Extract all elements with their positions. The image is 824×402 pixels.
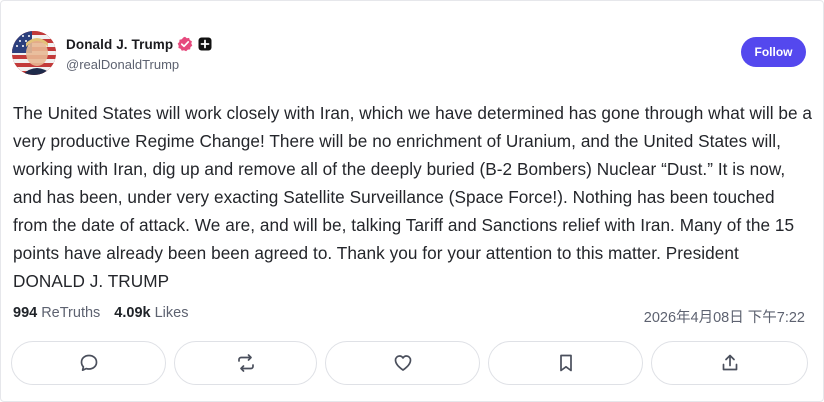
likes-count[interactable]: 4.09k	[114, 305, 150, 321]
retruth-arrows-icon	[237, 354, 254, 372]
post-action-bar	[11, 341, 808, 385]
post-stats: 994 ReTruths 4.09k Likes	[13, 305, 188, 321]
share-upload-icon	[722, 354, 737, 371]
reply-bubble-icon	[80, 354, 97, 372]
flag-portrait-avatar	[12, 31, 56, 75]
heart-icon	[394, 355, 411, 371]
retruths-label[interactable]: ReTruths	[41, 305, 100, 321]
author-name-row: Donald J. Trump	[66, 35, 213, 53]
reply-button[interactable]	[11, 341, 166, 385]
verified-badge-icon	[177, 36, 193, 52]
post-body-text: The United States will work closely with…	[13, 103, 813, 291]
follow-button[interactable]: Follow	[741, 37, 806, 67]
plus-badge-icon	[197, 36, 213, 52]
like-button[interactable]	[325, 341, 480, 385]
bookmark-button[interactable]	[488, 341, 643, 385]
author-display-name[interactable]: Donald J. Trump	[66, 37, 173, 52]
retruth-button[interactable]	[174, 341, 317, 385]
likes-label[interactable]: Likes	[155, 305, 189, 321]
author-handle[interactable]: @realDonaldTrump	[66, 57, 179, 72]
retruths-count[interactable]: 994	[13, 305, 37, 321]
post-card: Donald J. Trump @realDonaldTrump Follow …	[0, 0, 824, 402]
post-timestamp[interactable]: 2026年4月08日 下午7:22	[644, 306, 805, 327]
bookmark-icon	[559, 354, 572, 372]
share-button[interactable]	[651, 341, 808, 385]
author-avatar[interactable]	[12, 31, 56, 75]
